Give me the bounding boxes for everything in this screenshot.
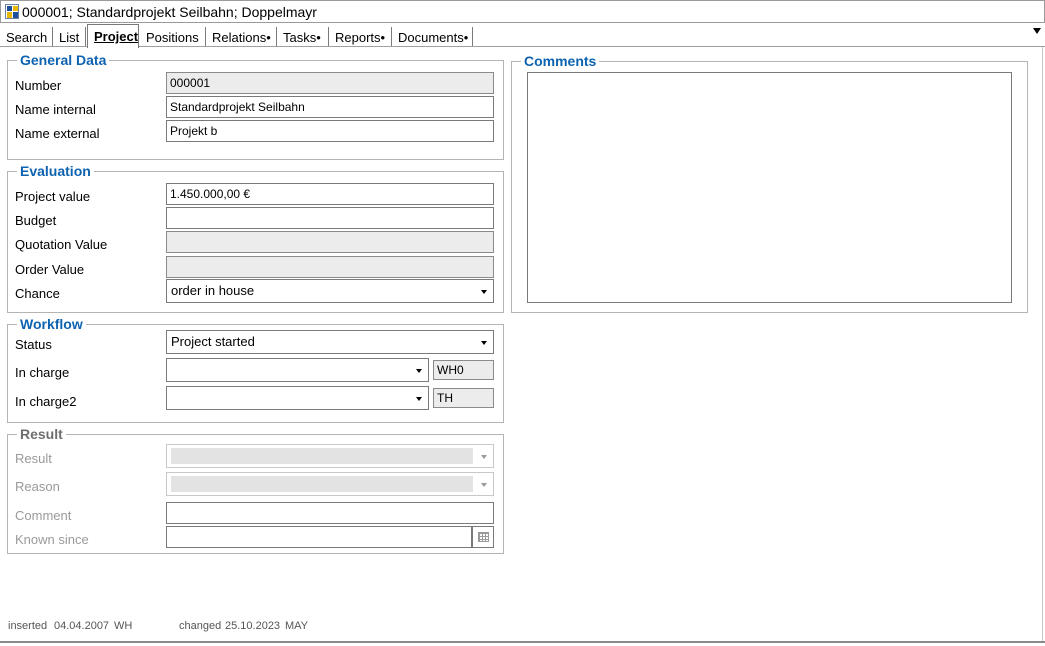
budget-field[interactable]: [166, 207, 494, 229]
quotation-value-field[interactable]: [166, 231, 494, 253]
name-external-field[interactable]: Projekt b: [166, 120, 494, 142]
chevron-down-icon: [481, 290, 487, 294]
order-value-field[interactable]: [166, 256, 494, 278]
in-charge2-select[interactable]: [166, 386, 429, 410]
changed-label: changed: [179, 620, 222, 632]
number-label: Number: [15, 78, 62, 93]
tab-positions[interactable]: Positions: [140, 27, 206, 46]
chevron-down-icon: [416, 397, 422, 401]
calendar-button[interactable]: [472, 526, 494, 548]
calendar-icon: [478, 532, 489, 542]
chance-select-value: order in house: [171, 283, 255, 298]
known-since-field[interactable]: [166, 526, 472, 548]
number-field[interactable]: 000001: [166, 72, 494, 94]
chevron-down-icon: [481, 455, 487, 459]
tab-relations[interactable]: Relations•: [206, 27, 277, 46]
reason-select[interactable]: [166, 472, 494, 496]
comments-textarea[interactable]: [527, 72, 1012, 303]
tab-reports[interactable]: Reports•: [329, 27, 392, 46]
changed-date: 25.10.2023: [225, 620, 281, 632]
status-select-value: Project started: [171, 334, 255, 349]
result-label: Result: [15, 451, 52, 466]
bottom-divider: [0, 641, 1045, 643]
evaluation-title: Evaluation: [17, 163, 94, 179]
general-data-title: General Data: [17, 52, 110, 68]
known-since-label: Known since: [15, 532, 89, 547]
changed-by: MAY: [285, 620, 309, 632]
name-internal-field[interactable]: Standardprojekt Seilbahn: [166, 96, 494, 118]
panel-edge: [1042, 47, 1043, 642]
in-charge-label: In charge: [15, 365, 70, 380]
in-charge-select[interactable]: [166, 358, 429, 382]
status-label: Status: [15, 337, 52, 352]
project-value-label: Project value: [15, 189, 91, 204]
in-charge-code: WH0: [433, 360, 494, 380]
tab-project[interactable]: Project: [87, 24, 139, 48]
tab-bar: Search List Project Positions Relations•…: [0, 24, 1045, 48]
chevron-down-icon: [481, 341, 487, 345]
quotation-value-label: Quotation Value: [15, 237, 108, 252]
window-title: 000001; Standardprojekt Seilbahn; Doppel…: [22, 4, 317, 20]
tab-overflow-chevron-down-icon[interactable]: [1033, 28, 1041, 34]
in-charge2-code: TH: [433, 388, 494, 408]
chance-label: Chance: [15, 286, 60, 301]
comment-field[interactable]: [166, 502, 494, 524]
tab-list[interactable]: List: [53, 27, 86, 46]
order-value-label: Order Value: [15, 262, 85, 277]
in-charge2-label: In charge2: [15, 394, 77, 409]
comments-title: Comments: [521, 53, 600, 69]
inserted-label: inserted: [8, 620, 48, 632]
workflow-title: Workflow: [17, 316, 86, 332]
reason-label: Reason: [15, 479, 60, 494]
project-value-field[interactable]: 1.450.000,00 €: [166, 183, 494, 205]
app-logo-icon: [5, 4, 19, 19]
chevron-down-icon: [481, 483, 487, 487]
comment-label: Comment: [15, 508, 72, 523]
inserted-by: WH: [114, 620, 133, 632]
tab-tasks[interactable]: Tasks•: [277, 27, 329, 46]
tab-documents[interactable]: Documents•: [392, 27, 473, 46]
result-title: Result: [17, 426, 66, 442]
chance-select[interactable]: order in house: [166, 279, 494, 303]
tab-search[interactable]: Search: [0, 27, 53, 46]
inserted-date: 04.04.2007: [54, 620, 110, 632]
name-internal-label: Name internal: [15, 102, 96, 117]
budget-label: Budget: [15, 213, 57, 228]
window-titlebar: 000001; Standardprojekt Seilbahn; Doppel…: [0, 0, 1045, 23]
chevron-down-icon: [416, 369, 422, 373]
name-external-label: Name external: [15, 126, 100, 141]
status-select[interactable]: Project started: [166, 330, 494, 354]
result-select[interactable]: [166, 444, 494, 468]
